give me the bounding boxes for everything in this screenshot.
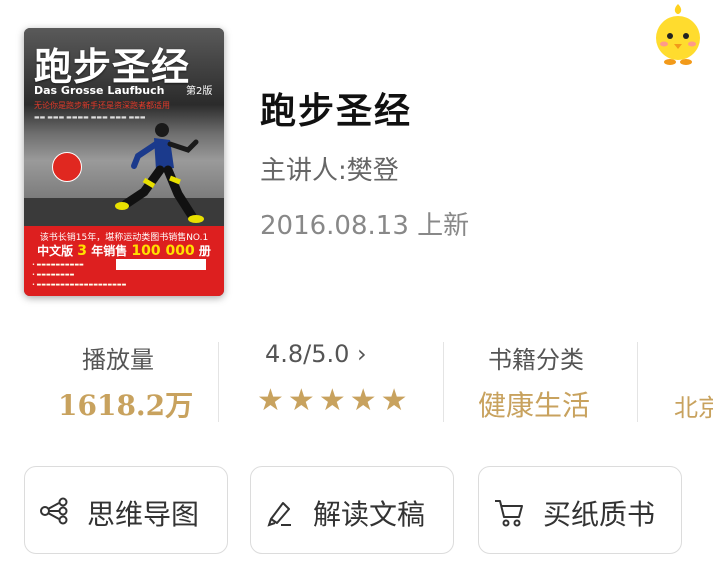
cover-edition: 第2版	[186, 86, 213, 97]
buy-book-label: 买纸质书	[543, 498, 656, 531]
stat-plays: 播放量 1618.2万	[0, 336, 218, 428]
stat-publisher[interactable]: 北京	[638, 336, 713, 428]
book-title: 跑步圣经	[260, 91, 413, 132]
category-value[interactable]: 健康生活	[478, 384, 590, 424]
rating-stars: ★ ★ ★ ★ ★	[257, 386, 408, 416]
band-text-post: 册	[198, 244, 211, 258]
mascot-icon[interactable]	[650, 2, 706, 66]
book-release-date: 2016.08.13 上新	[260, 211, 470, 241]
stat-category[interactable]: 书籍分类 健康生活	[444, 336, 637, 428]
pen-icon	[267, 502, 291, 527]
mindmap-button[interactable]: 思维导图	[24, 466, 228, 554]
cover-title: 跑步圣经	[34, 45, 191, 89]
cover-tagline: 无论你是跑步新手还是资深跑者都适用	[34, 101, 170, 110]
plays-label: 播放量	[82, 346, 154, 374]
star-icon: ★	[257, 383, 284, 418]
cover-badge	[52, 152, 82, 182]
publisher-value[interactable]: 北京	[674, 388, 713, 423]
stat-rating[interactable]: 4.8/5.0 › ★ ★ ★ ★ ★	[219, 336, 443, 428]
plays-value: 1618.2万	[58, 389, 194, 422]
cart-icon	[495, 500, 523, 527]
cover-band-detail-3: • ▬▬▬▬▬▬▬▬▬▬▬▬▬▬▬▬▬▬▬	[32, 282, 127, 288]
book-speaker: 主讲人:樊登	[260, 156, 399, 186]
runner-illustration	[115, 123, 204, 223]
book-cover[interactable]: 跑步圣经 Das Grosse Laufbuch 第2版 无论你是跑步新手还是资…	[24, 28, 224, 296]
band-text-count: 100 000	[131, 243, 195, 259]
star-icon: ★	[349, 383, 377, 418]
band-text-pre: 中文版	[37, 244, 74, 258]
rating-label[interactable]: 4.8/5.0 ›	[265, 340, 367, 368]
band-text-mid: 年销售	[91, 244, 128, 258]
band-text-num: 3	[77, 243, 88, 259]
transcript-label: 解读文稿	[313, 498, 426, 531]
transcript-button[interactable]: 解读文稿	[250, 466, 454, 554]
cover-band-detail-2: • ▬▬▬▬▬▬▬▬	[32, 272, 75, 278]
cover-subtitle: Das Grosse Laufbuch	[34, 84, 165, 97]
cover-band-detail-1: • ▬▬▬▬▬▬▬▬▬▬	[32, 262, 84, 268]
buy-book-button[interactable]: 买纸质书	[478, 466, 682, 554]
mindmap-icon	[40, 497, 68, 525]
star-icon: ★	[287, 383, 315, 418]
cover-band-box	[116, 259, 206, 270]
star-icon: ★	[380, 383, 408, 418]
cover-red-band: 该书长销15年，堪称运动类图书销售NO.1 中文版 3 年销售 100 000 …	[24, 226, 224, 296]
stats-row: 播放量 1618.2万 4.8/5.0 › ★ ★ ★ ★ ★ 书籍分类 健康生…	[0, 336, 713, 428]
mindmap-label: 思维导图	[87, 498, 200, 531]
category-label: 书籍分类	[488, 346, 584, 374]
cover-band-line2: 中文版 3 年销售 100 000 册	[24, 242, 224, 259]
star-icon: ★	[318, 383, 346, 418]
